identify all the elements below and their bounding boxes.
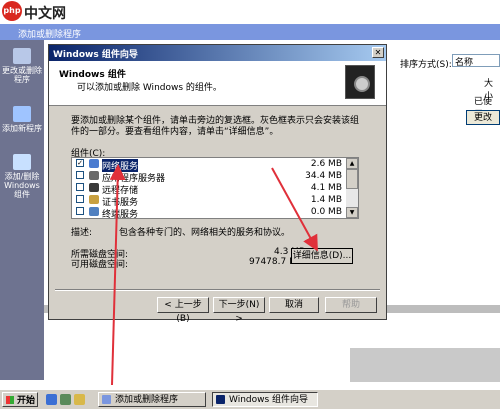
- header-title: Windows 组件: [59, 70, 126, 80]
- app-server-icon: [89, 171, 99, 180]
- cd-installer-icon: [345, 65, 375, 99]
- sort-select[interactable]: 名称: [452, 54, 500, 68]
- add-remove-programs-titlebar: 添加或删除程序: [0, 24, 500, 40]
- ie-icon[interactable]: [46, 394, 57, 405]
- start-button[interactable]: 开始: [2, 392, 38, 407]
- component-row-app-server[interactable]: 应用程序服务器 34.4 MB: [72, 170, 346, 184]
- network-services-icon: [89, 159, 99, 168]
- sidebar-item-add-new[interactable]: 添加新程序: [2, 106, 42, 133]
- certificate-icon: [89, 195, 99, 204]
- programs-icon: [102, 395, 111, 404]
- windows-flag-icon: [6, 396, 14, 404]
- help-button[interactable]: 帮助: [325, 297, 377, 313]
- description-label: 描述:: [71, 228, 93, 238]
- cancel-button[interactable]: 取消: [269, 297, 319, 313]
- component-row-terminal-services[interactable]: 终端服务 0.0 MB: [72, 206, 346, 218]
- sort-label: 排序方式(S):: [400, 60, 452, 70]
- wizard-title: Windows 组件向导: [53, 50, 138, 60]
- wizard-header: Windows 组件 可以添加或删除 Windows 的组件。: [49, 61, 386, 106]
- close-icon[interactable]: ✕: [372, 47, 384, 58]
- wizard-icon: [216, 395, 225, 404]
- sidebar-item-windows-components[interactable]: 添加/删除 Windows 组件: [2, 154, 42, 199]
- component-row-remote-storage[interactable]: 远程存储 4.1 MB: [72, 182, 346, 196]
- scroll-up-icon[interactable]: ▲: [346, 158, 358, 169]
- windows-components-icon: [13, 154, 31, 170]
- taskbar: 开始 添加或删除程序 Windows 组件向导: [0, 389, 500, 409]
- component-row-network-services[interactable]: ✓ 网络服务 2.6 MB: [72, 158, 346, 172]
- taskbar-item-components-wizard[interactable]: Windows 组件向导: [212, 392, 318, 407]
- sidebar-item-change-remove[interactable]: 更改或删除程序: [2, 48, 42, 84]
- taskbar-item-add-remove-programs[interactable]: 添加或删除程序: [98, 392, 206, 407]
- php-logo: php: [2, 1, 22, 21]
- terminal-services-icon: [89, 207, 99, 216]
- background-panel: [350, 348, 500, 382]
- next-button[interactable]: 下一步(N) >: [213, 297, 265, 324]
- windows-components-wizard: Windows 组件向导 ✕ Windows 组件 可以添加或删除 Window…: [48, 44, 387, 324]
- wizard-titlebar: Windows 组件向导 ✕: [49, 45, 386, 61]
- watermark-text: 中文网: [24, 6, 66, 22]
- details-button[interactable]: 详细信息(D)...: [291, 248, 353, 264]
- add-remove-programs-title: 添加或删除程序: [18, 30, 82, 40]
- component-checkbox[interactable]: ✓: [76, 159, 84, 167]
- wizard-separator: [55, 289, 380, 291]
- components-list[interactable]: ✓ 网络服务 2.6 MB 应用程序服务器 34.4 MB 远程存储 4.1 M…: [71, 157, 359, 219]
- back-button[interactable]: < 上一步(B): [157, 297, 209, 324]
- desktop-icon[interactable]: [60, 394, 71, 405]
- change-button[interactable]: 更改: [466, 110, 500, 125]
- scroll-thumb[interactable]: [346, 169, 358, 189]
- add-program-icon: [13, 106, 31, 122]
- instructions-text: 要添加或删除某个组件，请单击旁边的复选框。灰色框表示只会安装该组件的一部分。要查…: [71, 116, 360, 137]
- disk-available-label: 可用磁盘空间:: [71, 260, 129, 270]
- remote-storage-icon: [89, 183, 99, 192]
- components-scrollbar[interactable]: ▲ ▼: [346, 158, 358, 218]
- component-checkbox[interactable]: [76, 207, 84, 215]
- header-subtitle: 可以添加或删除 Windows 的组件。: [77, 83, 222, 93]
- programs-icon: [13, 48, 31, 64]
- add-remove-sidebar: 更改或删除程序 添加新程序 添加/删除 Windows 组件: [0, 40, 44, 380]
- component-row-certificate-services[interactable]: 证书服务 1.4 MB: [72, 194, 346, 208]
- component-checkbox[interactable]: [76, 171, 84, 179]
- component-checkbox[interactable]: [76, 183, 84, 191]
- explorer-icon[interactable]: [74, 394, 85, 405]
- component-checkbox[interactable]: [76, 195, 84, 203]
- description-text: 包含各种专门的、网络相关的服务和协议。: [119, 228, 291, 238]
- scroll-down-icon[interactable]: ▼: [346, 207, 358, 218]
